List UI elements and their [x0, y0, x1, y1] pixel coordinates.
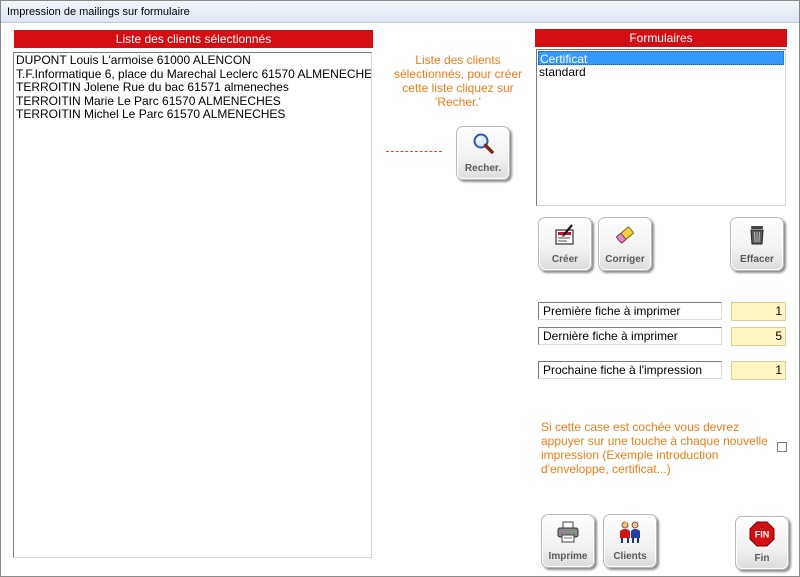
search-button-label: Recher.	[464, 163, 502, 174]
pause-option-text: Si cette case est cochée vous devrez app…	[541, 420, 768, 476]
print-button-label: Imprime	[548, 551, 588, 562]
forms-list[interactable]: Certificat standard	[536, 49, 786, 206]
list-item-selected[interactable]: Certificat	[538, 51, 784, 66]
end-button-label: Fin	[754, 553, 770, 564]
dashed-connector	[386, 151, 442, 152]
create-button[interactable]: Créer	[538, 217, 592, 271]
pause-checkbox[interactable]	[777, 442, 787, 452]
clients-list-header: Liste des clients sélectionnés	[14, 30, 373, 48]
people-icon	[620, 521, 640, 543]
search-button[interactable]: Recher.	[456, 126, 510, 180]
next-record-field[interactable]: 1	[731, 361, 786, 380]
first-record-field[interactable]: 1	[731, 302, 786, 321]
list-item[interactable]: TERROITIN Michel Le Parc 61570 ALMENECHE…	[16, 107, 369, 122]
forms-list-header: Formulaires	[535, 29, 787, 47]
list-item[interactable]: standard	[538, 65, 784, 79]
stop-sign-icon: FIN	[749, 521, 775, 547]
delete-button-label: Effacer	[740, 254, 774, 265]
create-button-label: Créer	[551, 254, 579, 265]
main-window: Impression de mailings sur formulaire Li…	[0, 0, 800, 577]
list-item[interactable]: DUPONT Louis L'armoise 61000 ALENCON	[16, 53, 369, 68]
list-item[interactable]: T.F.Informatique 6, place du Marechal Le…	[16, 67, 371, 82]
last-record-label: Dernière fiche à imprimer	[538, 327, 722, 345]
eraser-icon	[616, 226, 634, 244]
clients-list[interactable]: DUPONT Louis L'armoise 61000 ALENCON T.F…	[13, 52, 372, 558]
next-record-label: Prochaine fiche à l'impression	[538, 361, 722, 379]
first-record-label: Première fiche à imprimer	[538, 302, 722, 320]
magnifier-icon	[473, 133, 494, 154]
clients-button-label: Clients	[613, 551, 647, 562]
edit-button-label: Corriger	[605, 254, 645, 265]
stop-sign-text: FIN	[755, 530, 770, 540]
delete-button[interactable]: Effacer	[730, 217, 784, 271]
list-item[interactable]: TERROITIN Jolene Rue du bac 61571 almene…	[16, 80, 369, 95]
print-button[interactable]: Imprime	[541, 514, 595, 568]
last-record-field[interactable]: 5	[731, 327, 786, 346]
printer-icon	[557, 521, 579, 543]
list-item[interactable]: TERROITIN Marie Le Parc 61570 ALMENECHES	[16, 94, 369, 109]
hint-text: Liste des clients sélectionnés, pour cré…	[393, 53, 523, 109]
create-form-icon	[555, 224, 574, 245]
clients-button[interactable]: Clients	[603, 514, 657, 568]
trash-icon	[750, 226, 764, 245]
end-button[interactable]: FIN Fin	[735, 516, 789, 570]
edit-button[interactable]: Corriger	[598, 217, 652, 271]
window-title: Impression de mailings sur formulaire	[1, 1, 799, 23]
